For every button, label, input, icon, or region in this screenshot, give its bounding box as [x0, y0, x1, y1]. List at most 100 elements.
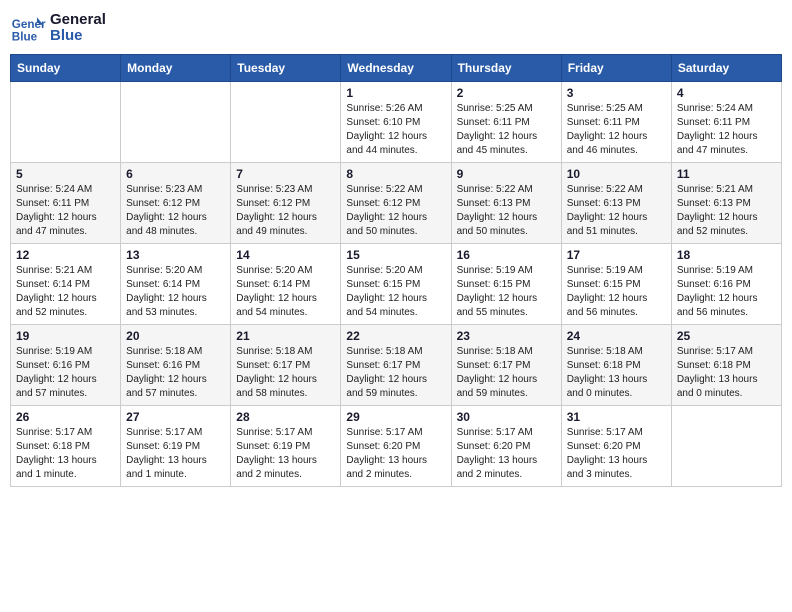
calendar-cell — [11, 82, 121, 163]
day-number: 17 — [567, 248, 666, 262]
day-info: Sunrise: 5:23 AM Sunset: 6:12 PM Dayligh… — [126, 183, 225, 239]
day-info: Sunrise: 5:19 AM Sunset: 6:16 PM Dayligh… — [677, 264, 776, 320]
day-number: 4 — [677, 86, 776, 100]
page-header: General Blue General Blue — [10, 10, 782, 46]
day-info: Sunrise: 5:17 AM Sunset: 6:18 PM Dayligh… — [677, 345, 776, 401]
day-number: 11 — [677, 167, 776, 181]
calendar-cell: 31Sunrise: 5:17 AM Sunset: 6:20 PM Dayli… — [561, 406, 671, 487]
calendar-cell: 11 Sunrise: 5:21 AM Sunset: 6:13 PM Dayli… — [671, 163, 781, 244]
calendar-cell: 18 Sunrise: 5:19 AM Sunset: 6:16 PM Dayli… — [671, 244, 781, 325]
header-day-saturday: Saturday — [671, 55, 781, 82]
day-info: Sunrise: 5:22 AM Sunset: 6:13 PM Dayligh… — [567, 183, 666, 239]
day-number: 31 — [567, 410, 666, 424]
calendar-cell: 17 Sunrise: 5:19 AM Sunset: 6:15 PM Dayli… — [561, 244, 671, 325]
day-number: 9 — [457, 167, 556, 181]
calendar-cell: 29Sunrise: 5:17 AM Sunset: 6:20 PM Dayli… — [341, 406, 451, 487]
day-info: Sunrise: 5:21 AM Sunset: 6:14 PM Dayligh… — [16, 264, 115, 320]
day-info: Sunrise: 5:18 AM Sunset: 6:17 PM Dayligh… — [457, 345, 556, 401]
day-info: Sunrise: 5:17 AM Sunset: 6:18 PM Dayligh… — [16, 426, 115, 482]
day-info: Sunrise: 5:18 AM Sunset: 6:16 PM Dayligh… — [126, 345, 225, 401]
day-number: 25 — [677, 329, 776, 343]
calendar-cell: 28 Sunrise: 5:17 AM Sunset: 6:19 PM Dayli… — [231, 406, 341, 487]
day-number: 10 — [567, 167, 666, 181]
day-number: 27 — [126, 410, 225, 424]
svg-text:Blue: Blue — [12, 31, 38, 44]
calendar-cell: 16 Sunrise: 5:19 AM Sunset: 6:15 PM Dayli… — [451, 244, 561, 325]
day-info: Sunrise: 5:19 AM Sunset: 6:15 PM Dayligh… — [457, 264, 556, 320]
day-number: 8 — [346, 167, 445, 181]
header-day-thursday: Thursday — [451, 55, 561, 82]
day-number: 15 — [346, 248, 445, 262]
header-day-sunday: Sunday — [11, 55, 121, 82]
calendar-cell: 26 Sunrise: 5:17 AM Sunset: 6:18 PM Dayli… — [11, 406, 121, 487]
day-number: 13 — [126, 248, 225, 262]
day-info: Sunrise: 5:17 AM Sunset: 6:19 PM Dayligh… — [126, 426, 225, 482]
day-info: Sunrise: 5:22 AM Sunset: 6:13 PM Dayligh… — [457, 183, 556, 239]
day-number: 5 — [16, 167, 115, 181]
calendar-header-row: SundayMondayTuesdayWednesdayThursdayFrid… — [11, 55, 782, 82]
calendar-cell: 30 Sunrise: 5:17 AM Sunset: 6:20 PM Dayli… — [451, 406, 561, 487]
day-number: 23 — [457, 329, 556, 343]
day-number: 16 — [457, 248, 556, 262]
day-number: 2 — [457, 86, 556, 100]
day-number: 7 — [236, 167, 335, 181]
calendar-cell: 4Sunrise: 5:24 AM Sunset: 6:11 PM Daylig… — [671, 82, 781, 163]
calendar-cell: 15 Sunrise: 5:20 AM Sunset: 6:15 PM Dayli… — [341, 244, 451, 325]
day-info: Sunrise: 5:20 AM Sunset: 6:14 PM Dayligh… — [236, 264, 335, 320]
calendar-cell: 10 Sunrise: 5:22 AM Sunset: 6:13 PM Dayli… — [561, 163, 671, 244]
calendar-cell: 13Sunrise: 5:20 AM Sunset: 6:14 PM Dayli… — [121, 244, 231, 325]
calendar-cell — [671, 406, 781, 487]
calendar-week-row: 12 Sunrise: 5:21 AM Sunset: 6:14 PM Dayli… — [11, 244, 782, 325]
day-info: Sunrise: 5:18 AM Sunset: 6:17 PM Dayligh… — [236, 345, 335, 401]
calendar-cell: 6Sunrise: 5:23 AM Sunset: 6:12 PM Daylig… — [121, 163, 231, 244]
calendar-cell: 21 Sunrise: 5:18 AM Sunset: 6:17 PM Dayli… — [231, 325, 341, 406]
day-number: 28 — [236, 410, 335, 424]
logo: General Blue General Blue — [10, 10, 106, 46]
calendar-cell: 8Sunrise: 5:22 AM Sunset: 6:12 PM Daylig… — [341, 163, 451, 244]
calendar-cell: 23 Sunrise: 5:18 AM Sunset: 6:17 PM Dayli… — [451, 325, 561, 406]
logo-text-general: General — [50, 12, 106, 29]
day-info: Sunrise: 5:17 AM Sunset: 6:19 PM Dayligh… — [236, 426, 335, 482]
calendar-cell: 3 Sunrise: 5:25 AM Sunset: 6:11 PM Daylig… — [561, 82, 671, 163]
calendar-cell: 24 Sunrise: 5:18 AM Sunset: 6:18 PM Dayli… — [561, 325, 671, 406]
day-number: 1 — [346, 86, 445, 100]
calendar-cell: 2 Sunrise: 5:25 AM Sunset: 6:11 PM Daylig… — [451, 82, 561, 163]
day-number: 12 — [16, 248, 115, 262]
day-info: Sunrise: 5:17 AM Sunset: 6:20 PM Dayligh… — [457, 426, 556, 482]
calendar-cell: 12 Sunrise: 5:21 AM Sunset: 6:14 PM Dayli… — [11, 244, 121, 325]
day-info: Sunrise: 5:20 AM Sunset: 6:15 PM Dayligh… — [346, 264, 445, 320]
day-info: Sunrise: 5:24 AM Sunset: 6:11 PM Dayligh… — [16, 183, 115, 239]
calendar-week-row: 1 Sunrise: 5:26 AM Sunset: 6:10 PM Daylig… — [11, 82, 782, 163]
day-number: 21 — [236, 329, 335, 343]
day-info: Sunrise: 5:21 AM Sunset: 6:13 PM Dayligh… — [677, 183, 776, 239]
day-info: Sunrise: 5:26 AM Sunset: 6:10 PM Dayligh… — [346, 102, 445, 158]
day-info: Sunrise: 5:25 AM Sunset: 6:11 PM Dayligh… — [567, 102, 666, 158]
header-day-friday: Friday — [561, 55, 671, 82]
calendar-week-row: 5 Sunrise: 5:24 AM Sunset: 6:11 PM Daylig… — [11, 163, 782, 244]
calendar-cell: 20Sunrise: 5:18 AM Sunset: 6:16 PM Dayli… — [121, 325, 231, 406]
calendar-cell: 25 Sunrise: 5:17 AM Sunset: 6:18 PM Dayli… — [671, 325, 781, 406]
day-number: 19 — [16, 329, 115, 343]
day-info: Sunrise: 5:18 AM Sunset: 6:18 PM Dayligh… — [567, 345, 666, 401]
calendar-cell — [121, 82, 231, 163]
day-info: Sunrise: 5:19 AM Sunset: 6:16 PM Dayligh… — [16, 345, 115, 401]
calendar-cell — [231, 82, 341, 163]
calendar-cell: 19 Sunrise: 5:19 AM Sunset: 6:16 PM Dayli… — [11, 325, 121, 406]
calendar-cell: 9 Sunrise: 5:22 AM Sunset: 6:13 PM Daylig… — [451, 163, 561, 244]
day-number: 30 — [457, 410, 556, 424]
calendar-cell: 22Sunrise: 5:18 AM Sunset: 6:17 PM Dayli… — [341, 325, 451, 406]
day-number: 22 — [346, 329, 445, 343]
calendar-cell: 7Sunrise: 5:23 AM Sunset: 6:12 PM Daylig… — [231, 163, 341, 244]
header-day-tuesday: Tuesday — [231, 55, 341, 82]
calendar-cell: 27 Sunrise: 5:17 AM Sunset: 6:19 PM Dayli… — [121, 406, 231, 487]
calendar-table: SundayMondayTuesdayWednesdayThursdayFrid… — [10, 54, 782, 487]
day-number: 26 — [16, 410, 115, 424]
day-number: 24 — [567, 329, 666, 343]
day-number: 18 — [677, 248, 776, 262]
calendar-week-row: 26 Sunrise: 5:17 AM Sunset: 6:18 PM Dayli… — [11, 406, 782, 487]
day-number: 3 — [567, 86, 666, 100]
header-day-monday: Monday — [121, 55, 231, 82]
day-info: Sunrise: 5:25 AM Sunset: 6:11 PM Dayligh… — [457, 102, 556, 158]
day-info: Sunrise: 5:19 AM Sunset: 6:15 PM Dayligh… — [567, 264, 666, 320]
day-number: 14 — [236, 248, 335, 262]
